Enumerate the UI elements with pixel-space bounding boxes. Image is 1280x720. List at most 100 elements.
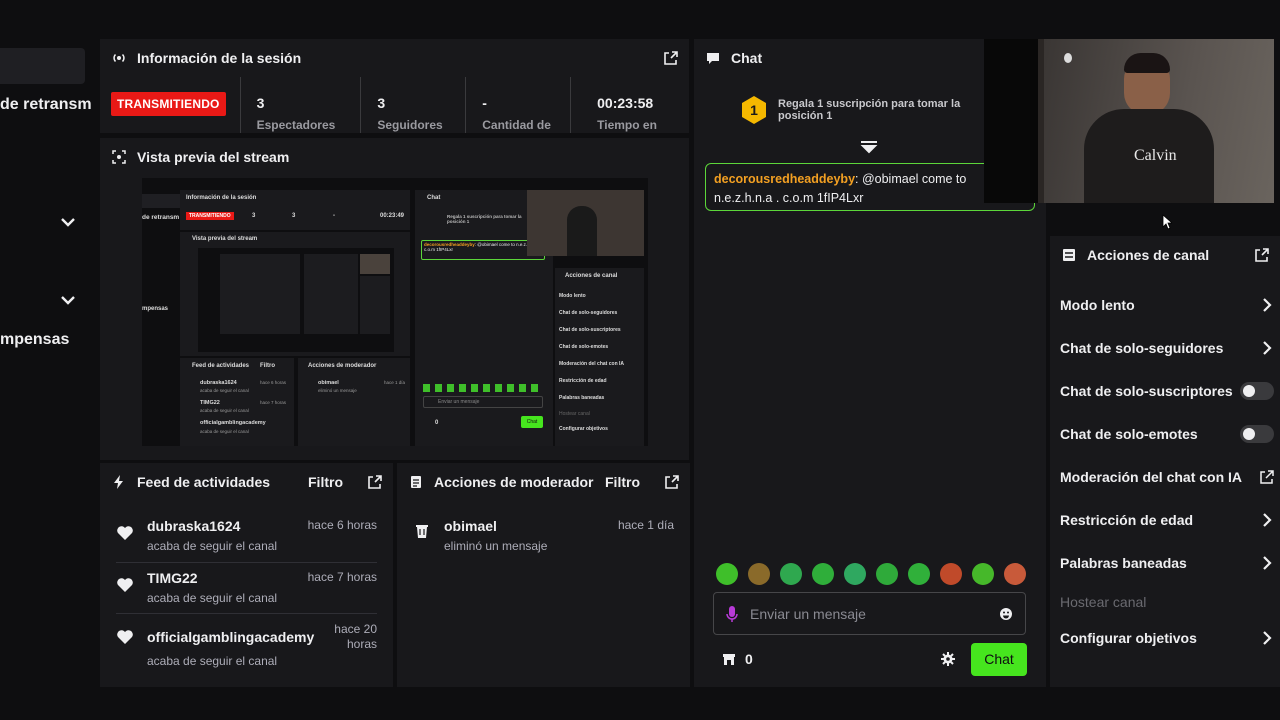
action-moderacion-del-chat-con-ia[interactable]: Moderación del chat con IA bbox=[1060, 462, 1274, 492]
webcam-shirt-logo: Calvin bbox=[1134, 147, 1177, 164]
send-chat-button[interactable]: Chat bbox=[971, 642, 1027, 676]
emote-icon[interactable] bbox=[876, 563, 898, 585]
popout-icon[interactable] bbox=[663, 50, 679, 66]
mini-retrans: de retransm bbox=[142, 214, 180, 221]
action-label: Restricción de edad bbox=[1060, 512, 1194, 528]
chevron-down-icon[interactable] bbox=[58, 290, 78, 310]
feed-action: acaba de seguir el canal bbox=[147, 654, 278, 668]
mini-mod-title: Acciones de moderador bbox=[308, 363, 377, 369]
mini-mod-panel: Acciones de moderador obimael eliminó un… bbox=[298, 358, 410, 446]
mini-session-title: Información de la sesión bbox=[186, 195, 257, 201]
mini-emotes bbox=[423, 384, 543, 392]
settings-gear-icon[interactable] bbox=[941, 652, 955, 666]
divider bbox=[116, 562, 377, 563]
mini-chat-button: Chat bbox=[521, 416, 543, 428]
sidebar-selected-pill[interactable] bbox=[0, 48, 85, 84]
popout-icon[interactable] bbox=[664, 474, 680, 490]
mini-nested-panel bbox=[360, 276, 390, 334]
panel-title: Vista previa del stream bbox=[137, 149, 290, 165]
mod-username[interactable]: obimael bbox=[444, 518, 497, 534]
feed-username[interactable]: officialgamblingacademy bbox=[147, 629, 314, 645]
stat-viewers: 3 Espectadores bbox=[239, 77, 361, 133]
stat-amount: - Cantidad de bbox=[465, 77, 570, 133]
actions-header: Acciones de canal bbox=[1050, 236, 1280, 274]
chat-footer: 0 Chat bbox=[721, 642, 1027, 676]
sub-gift-leaderboard[interactable]: 1 Regala 1 suscripción para tomar la pos… bbox=[740, 95, 978, 125]
channel-actions-icon bbox=[1060, 246, 1078, 264]
feed-time: hace 6 horas bbox=[307, 518, 377, 532]
action-palabras-baneadas[interactable]: Palabras baneadas bbox=[1060, 548, 1274, 578]
popout-icon[interactable] bbox=[367, 474, 383, 490]
mini-stat-1: 3 bbox=[252, 213, 256, 219]
action-chat-de-solo-suscriptores[interactable]: Chat de solo-suscriptores bbox=[1060, 376, 1274, 406]
lightning-icon bbox=[110, 473, 128, 491]
action-modo-lento[interactable]: Modo lento bbox=[1060, 290, 1274, 320]
channel-points-icon[interactable] bbox=[721, 651, 737, 667]
feed-username[interactable]: TIMG22 bbox=[147, 570, 198, 586]
mini-sub-banner: Regala 1 suscripción para tomar la posic… bbox=[447, 214, 522, 224]
stat-followers: 3 Seguidores bbox=[360, 77, 465, 133]
mini-stat-time: 00:23:49 bbox=[380, 213, 405, 219]
channel-actions-panel: Acciones de canal Modo lento Chat de solo… bbox=[1050, 236, 1280, 687]
rank-badge-icon: 1 bbox=[742, 96, 766, 124]
mini-feed-action: acaba de seguir el canal bbox=[200, 408, 249, 413]
heart-icon bbox=[117, 630, 133, 644]
toggle-switch[interactable] bbox=[1240, 382, 1274, 400]
chat-message-input[interactable] bbox=[750, 605, 999, 622]
action-restriccion-de-edad[interactable]: Restricción de edad bbox=[1060, 505, 1274, 535]
pin-collapse-icon[interactable] bbox=[860, 141, 878, 157]
mini-action-item: Modo lento bbox=[559, 293, 586, 299]
emote-icon[interactable] bbox=[972, 563, 994, 585]
action-chat-de-solo-emotes[interactable]: Chat de solo-emotes bbox=[1060, 419, 1274, 449]
emote-icon[interactable] bbox=[716, 563, 738, 585]
chevron-right-icon bbox=[1263, 298, 1272, 312]
chevron-down-icon[interactable] bbox=[58, 212, 78, 232]
emote-icon[interactable] bbox=[748, 563, 770, 585]
mini-session-panel: Información de la sesión TRANSMITIENDO 3… bbox=[180, 190, 410, 230]
mini-feed-user: dubraska1624 bbox=[200, 380, 237, 386]
feed-time: hace 7 horas bbox=[307, 570, 377, 584]
mod-header: Acciones de moderador Filtro bbox=[397, 463, 690, 501]
emote-icon[interactable] bbox=[780, 563, 802, 585]
stream-preview-video[interactable]: de retransm mpensas Información de la se… bbox=[142, 178, 648, 446]
mini-preview-panel: Vista previa del stream bbox=[180, 232, 410, 356]
external-link-icon bbox=[1260, 470, 1274, 484]
chevron-right-icon bbox=[1263, 556, 1272, 570]
session-info-panel: Información de la sesión TRANSMITIENDO 3… bbox=[100, 39, 689, 133]
emoji-picker-icon[interactable] bbox=[999, 607, 1013, 621]
moderator-actions-panel: Acciones de moderador Filtro obimael eli… bbox=[397, 463, 690, 687]
mini-action-item: Chat de solo-seguidores bbox=[559, 310, 618, 316]
action-chat-de-solo-seguidores[interactable]: Chat de solo-seguidores bbox=[1060, 333, 1274, 363]
emote-bar bbox=[716, 563, 1026, 585]
feed-header: Feed de actividades Filtro bbox=[100, 463, 393, 501]
emote-icon[interactable] bbox=[844, 563, 866, 585]
mini-feed-title: Feed de actividades bbox=[192, 363, 250, 369]
popout-icon[interactable] bbox=[1254, 247, 1270, 263]
pinned-username[interactable]: decorousredheaddeyby bbox=[714, 172, 855, 186]
mini-feed-panel: Feed de actividades Filtro dubraska1624 … bbox=[180, 358, 294, 446]
panel-title: Feed de actividades bbox=[137, 474, 271, 490]
action-configurar-objetivos[interactable]: Configurar objetivos bbox=[1060, 623, 1274, 653]
heart-icon bbox=[117, 578, 133, 592]
mini-stat-3: - bbox=[333, 213, 335, 219]
toggle-switch[interactable] bbox=[1240, 425, 1274, 443]
emote-icon[interactable] bbox=[908, 563, 930, 585]
emote-icon[interactable] bbox=[1004, 563, 1026, 585]
mini-webcam bbox=[527, 190, 644, 256]
filter-button[interactable]: Filtro bbox=[605, 474, 640, 490]
feed-username[interactable]: dubraska1624 bbox=[147, 518, 240, 534]
mini-feed-time: hace 6 horas bbox=[260, 380, 287, 385]
mini-action-item: Moderación del chat con IA bbox=[559, 361, 625, 367]
sidebar-item-retransmision[interactable]: de retransm bbox=[0, 96, 92, 114]
mini-actions-title: Acciones de canal bbox=[565, 273, 618, 279]
mini-feed-action: acaba de seguir el canal bbox=[200, 429, 249, 434]
microphone-icon[interactable] bbox=[726, 605, 738, 623]
filter-button[interactable]: Filtro bbox=[308, 474, 343, 490]
chat-input-box[interactable] bbox=[713, 592, 1026, 635]
emote-icon[interactable] bbox=[940, 563, 962, 585]
mini-person bbox=[567, 206, 597, 256]
emote-icon[interactable] bbox=[812, 563, 834, 585]
mini-preview-title: Vista previa del stream bbox=[192, 236, 258, 242]
sidebar-item-recompensas[interactable]: mpensas bbox=[0, 331, 69, 349]
mini-action-item: Chat de solo-suscriptores bbox=[559, 327, 621, 333]
